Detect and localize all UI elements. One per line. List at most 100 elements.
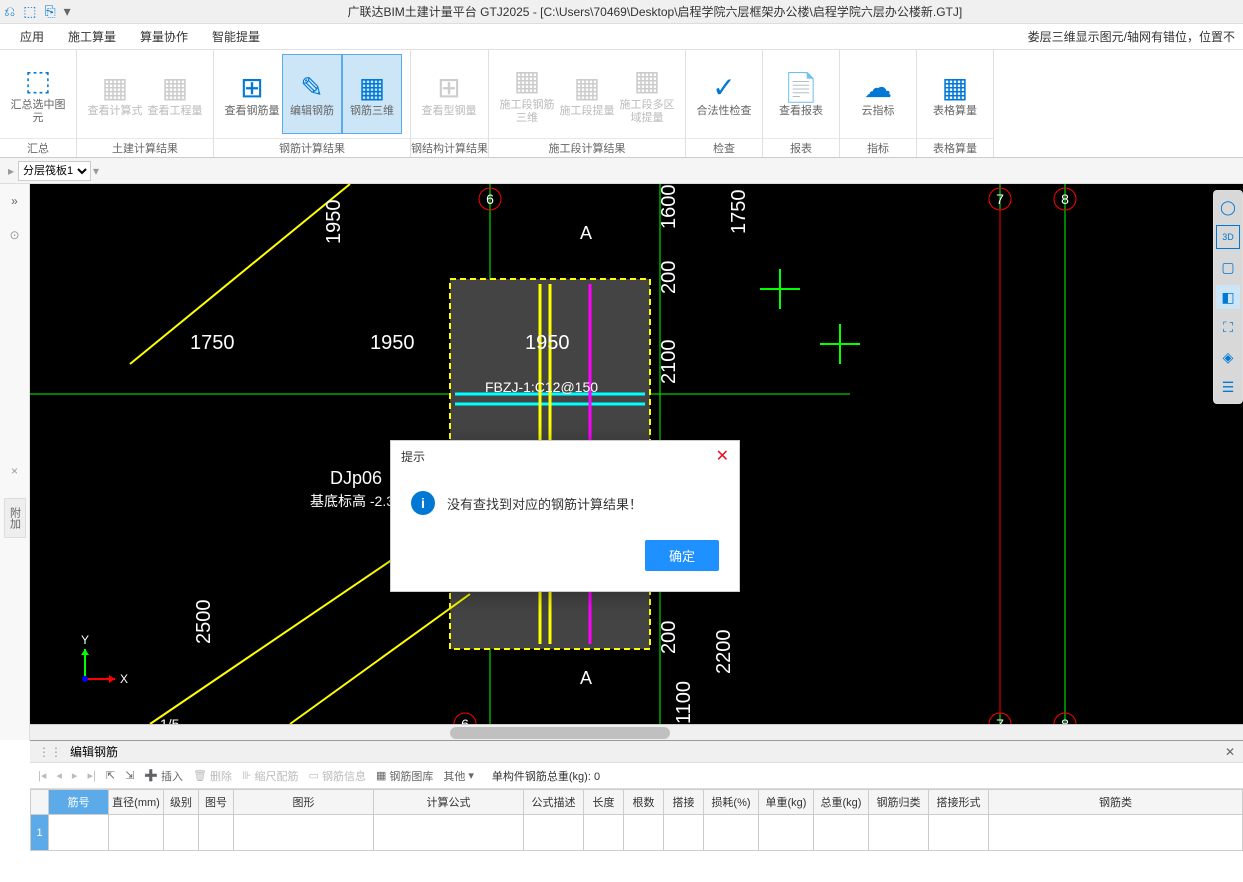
view-layers-icon[interactable]: ◈: [1216, 345, 1240, 369]
bottom-panel-title: 编辑钢筋: [70, 743, 118, 760]
view-cube2-icon[interactable]: ◧: [1216, 285, 1240, 309]
nav-next-icon[interactable]: ▸: [72, 769, 78, 782]
warning-message: 娄层三维显示图元/轴网有错位，位置不: [1028, 28, 1235, 45]
svg-text:1100: 1100: [673, 681, 695, 724]
table-header-7[interactable]: 长度: [584, 790, 624, 815]
qat-icon-1[interactable]: ⎌: [4, 3, 15, 20]
expand-icon[interactable]: »: [11, 194, 18, 208]
table-header-13[interactable]: 钢筋归类: [869, 790, 929, 815]
qat-icon-3[interactable]: ⎘: [44, 3, 55, 20]
nav-first-icon[interactable]: |◂: [38, 769, 46, 782]
ribbon-button-7-0[interactable]: ☁云指标: [848, 54, 908, 134]
menu-app[interactable]: 应用: [8, 24, 56, 49]
qat-icon-2[interactable]: ⬚: [23, 3, 36, 20]
table-header-4[interactable]: 图形: [234, 790, 374, 815]
table-header-5[interactable]: 计算公式: [374, 790, 524, 815]
menu-collab[interactable]: 算量协作: [128, 24, 200, 49]
view-3d-icon[interactable]: 3D: [1216, 225, 1240, 249]
scrollbar-thumb[interactable]: [450, 727, 670, 739]
left-panel: » ⊙ × 附加: [0, 184, 30, 740]
view-fullscreen-icon[interactable]: ⛶: [1216, 315, 1240, 339]
rebar-library-button[interactable]: ▦ 钢筋图库: [376, 768, 433, 784]
menu-construction[interactable]: 施工算量: [56, 24, 128, 49]
view-settings-icon[interactable]: ☰: [1216, 375, 1240, 399]
bottom-close-icon[interactable]: ✕: [1225, 745, 1235, 759]
svg-text:1750: 1750: [190, 332, 235, 354]
dialog-close-icon[interactable]: ✕: [716, 446, 729, 466]
ribbon-button-4-2[interactable]: ▦施工段多区域提量: [617, 54, 677, 134]
nav-last-icon[interactable]: ▸|: [87, 769, 95, 782]
dialog-ok-button[interactable]: 确定: [645, 540, 719, 571]
delete-button[interactable]: 🗑 删除: [193, 768, 232, 784]
table-header-2[interactable]: 级别: [164, 790, 199, 815]
svg-text:1600: 1600: [658, 185, 680, 230]
rebar-table[interactable]: 筋号直径(mm)级别图号图形计算公式公式描述长度根数搭接损耗(%)单重(kg)总…: [30, 789, 1243, 851]
ribbon-group-label: 施工段计算结果: [489, 138, 685, 158]
svg-text:8: 8: [1061, 191, 1069, 207]
view-toolbar: ◯ 3D ▢ ◧ ⛶ ◈ ☰: [1213, 190, 1243, 404]
table-header-0[interactable]: 筋号: [49, 790, 109, 815]
table-header-9[interactable]: 搭接: [664, 790, 704, 815]
ribbon: ⬚汇总选中图元汇总 ▦查看计算式▦查看工程量土建计算结果 ⊞查看钢筋量✎编辑钢筋▦钢…: [0, 50, 1243, 158]
view-orbit-icon[interactable]: ◯: [1216, 195, 1240, 219]
svg-text:1950: 1950: [323, 200, 345, 245]
rebar-info-button[interactable]: ▭ 钢筋信息: [309, 768, 366, 784]
svg-text:Y: Y: [81, 633, 89, 647]
ribbon-group-label: 指标: [840, 138, 916, 158]
table-header-14[interactable]: 搭接形式: [929, 790, 989, 815]
import-icon[interactable]: ⇲: [125, 769, 134, 782]
layer-select[interactable]: 分层筏板1: [18, 161, 91, 181]
table-header-10[interactable]: 损耗(%): [704, 790, 759, 815]
table-header-12[interactable]: 总重(kg): [814, 790, 869, 815]
nav-prev-icon[interactable]: ◂: [56, 769, 62, 782]
table-header-6[interactable]: 公式描述: [524, 790, 584, 815]
view-cube1-icon[interactable]: ▢: [1216, 255, 1240, 279]
export-icon[interactable]: ⇱: [106, 769, 115, 782]
insert-button[interactable]: ➕ 插入: [144, 768, 183, 784]
svg-text:200: 200: [658, 621, 680, 654]
svg-text:FBZJ-1:C12@150: FBZJ-1:C12@150: [485, 379, 598, 395]
ribbon-button-4-1[interactable]: ▦施工段提量: [557, 54, 617, 134]
ribbon-button-2-2[interactable]: ▦钢筋三维: [342, 54, 402, 134]
ribbon-group-label: 检查: [686, 138, 762, 158]
ribbon-button-3-0[interactable]: ⊞查看型钢量: [419, 54, 479, 134]
ribbon-button-4-0[interactable]: ▦施工段钢筋三维: [497, 54, 557, 134]
table-row[interactable]: 1: [31, 815, 1243, 851]
canvas-scrollbar[interactable]: [30, 724, 1243, 740]
svg-text:1950: 1950: [370, 332, 415, 354]
ribbon-button-1-0[interactable]: ▦查看计算式: [85, 54, 145, 134]
svg-text:A: A: [580, 223, 592, 243]
ribbon-group-label: 报表: [763, 138, 839, 158]
qat-dropdown-icon[interactable]: ▾: [64, 3, 71, 20]
ribbon-button-2-0[interactable]: ⊞查看钢筋量: [222, 54, 282, 134]
table-header-3[interactable]: 图号: [199, 790, 234, 815]
table-header-15[interactable]: 钢筋类: [989, 790, 1243, 815]
bottom-panel: ⋮⋮ 编辑钢筋 ✕ |◂ ◂ ▸ ▸| ⇱ ⇲ ➕ 插入 🗑 删除 ⊪ 缩尺配筋…: [30, 740, 1243, 882]
ribbon-group-label: 钢结构计算结果: [411, 138, 488, 158]
ribbon-button-2-1[interactable]: ✎编辑钢筋: [282, 54, 342, 134]
ribbon-button-8-0[interactable]: ▦表格算量: [925, 54, 985, 134]
ribbon-button-5-0[interactable]: ✓合法性检查: [694, 54, 754, 134]
search-icon[interactable]: ⊙: [9, 228, 19, 242]
drag-handle-icon[interactable]: ⋮⋮: [38, 745, 62, 759]
sidebar-tab-attach[interactable]: 附加: [4, 498, 26, 538]
scale-rebar-button[interactable]: ⊪ 缩尺配筋: [242, 768, 299, 784]
weight-label: 单构件钢筋总重(kg): 0: [492, 768, 600, 784]
table-header-1[interactable]: 直径(mm): [109, 790, 164, 815]
ribbon-group-label: 汇总: [0, 138, 76, 158]
ribbon-group-label: 表格算量: [917, 138, 993, 158]
svg-text:X: X: [120, 672, 128, 686]
svg-text:1750: 1750: [728, 190, 750, 235]
ribbon-group-label: 土建计算结果: [77, 138, 213, 158]
ribbon-button-6-0[interactable]: 📄查看报表: [771, 54, 831, 134]
ribbon-button-0-0[interactable]: ⬚汇总选中图元: [8, 54, 68, 134]
table-header-11[interactable]: 单重(kg): [759, 790, 814, 815]
svg-text:2200: 2200: [713, 630, 735, 675]
window-title: 广联达BIM土建计量平台 GTJ2025 - [C:\Users\70469\D…: [71, 3, 1239, 20]
ribbon-button-1-1[interactable]: ▦查看工程量: [145, 54, 205, 134]
close-panel-icon[interactable]: ×: [11, 464, 18, 478]
other-button[interactable]: 其他 ▾: [443, 768, 474, 784]
context-toolbar: ▸ 分层筏板1 ▾: [0, 158, 1243, 184]
menu-smart[interactable]: 智能提量: [200, 24, 272, 49]
table-header-8[interactable]: 根数: [624, 790, 664, 815]
